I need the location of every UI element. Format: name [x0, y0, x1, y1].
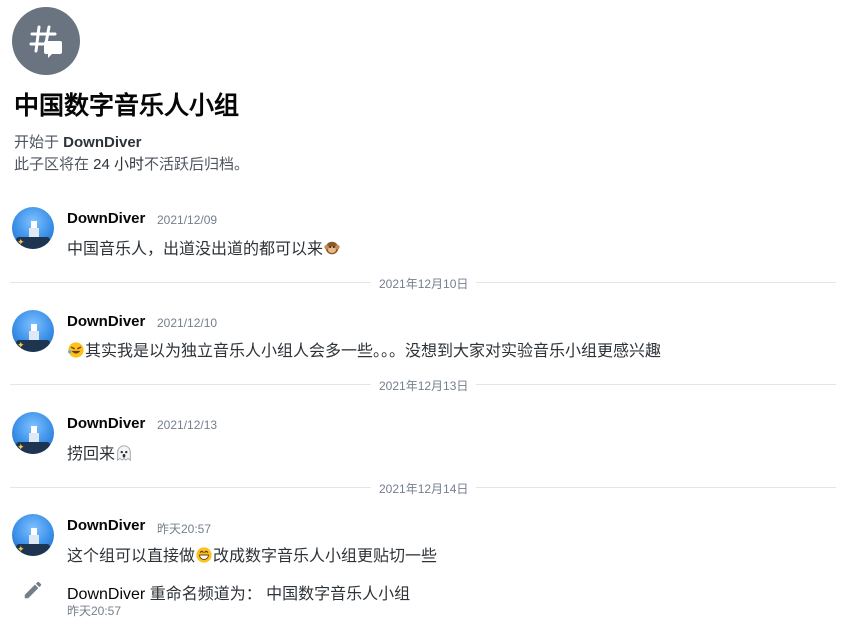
message-text: 中国音乐人，出道没出道的都可以来: [67, 241, 324, 258]
thread-starter: 开始于 DownDiver: [14, 131, 142, 152]
message-author[interactable]: DownDiver: [67, 313, 145, 330]
message-author[interactable]: DownDiver: [67, 210, 145, 227]
starter-username[interactable]: DownDiver: [63, 134, 141, 151]
thread-icon: [12, 7, 80, 75]
message-text: 这个组可以直接做: [67, 548, 196, 565]
monkey-emoji: [324, 241, 340, 255]
message-content: 这个组可以直接做 改成数字音乐人小组更贴切一些: [67, 542, 437, 566]
message-timestamp: 2021/12/10: [157, 316, 218, 330]
message-timestamp: 2021/12/13: [157, 418, 218, 432]
system-message-text: DownDiver 重命名频道为： 中国数字音乐人小组: [67, 580, 410, 604]
message-content: 中国音乐人，出道没出道的都可以来: [67, 235, 341, 259]
grin-emoji: [196, 547, 212, 563]
system-message-timestamp: 昨天20:57: [67, 604, 122, 618]
message-timestamp: 昨天20:57: [157, 522, 212, 536]
avatar[interactable]: ✦: [12, 412, 54, 454]
date-divider-label: 2021年12月10日: [371, 275, 477, 292]
message-author[interactable]: DownDiver: [67, 415, 145, 432]
message-author[interactable]: DownDiver: [67, 517, 145, 534]
archive-prefix: 此子区将在: [14, 156, 94, 173]
pencil-icon: [24, 581, 42, 599]
message-content: 捞回来: [67, 440, 133, 464]
date-divider-label: 2021年12月14日: [371, 480, 477, 497]
ghost-emoji: [117, 445, 131, 462]
message-text: 改成数字音乐人小组更贴切一些: [213, 548, 438, 565]
system-message-author[interactable]: DownDiver: [67, 586, 145, 603]
rofl-emoji: [68, 342, 84, 358]
archive-duration: 24 小时: [93, 156, 145, 173]
system-message-body: 重命名频道为： 中国数字音乐人小组: [145, 586, 411, 603]
message-text: 其实我是以为独立音乐人小组人会多一些。。。没想到大家对实验音乐小组更感兴趣: [85, 343, 662, 360]
message-content: 其实我是以为独立音乐人小组人会多一些。。。没想到大家对实验音乐小组更感兴趣: [67, 337, 661, 361]
started-by-prefix: 开始于: [14, 134, 64, 151]
date-divider-label: 2021年12月13日: [371, 377, 477, 394]
message-timestamp: 2021/12/09: [157, 213, 218, 227]
thread-hash-chat-icon: [29, 25, 62, 58]
message-text: 捞回来: [67, 446, 116, 463]
avatar[interactable]: ✦: [12, 514, 54, 556]
avatar[interactable]: ✦: [12, 310, 54, 352]
archive-notice: 此子区将在 24 小时不活跃后归档。: [14, 153, 249, 174]
archive-suffix: 不活跃后归档。: [144, 156, 250, 173]
thread-title: 中国数字音乐人小组: [14, 92, 240, 120]
avatar[interactable]: ✦: [12, 207, 54, 249]
